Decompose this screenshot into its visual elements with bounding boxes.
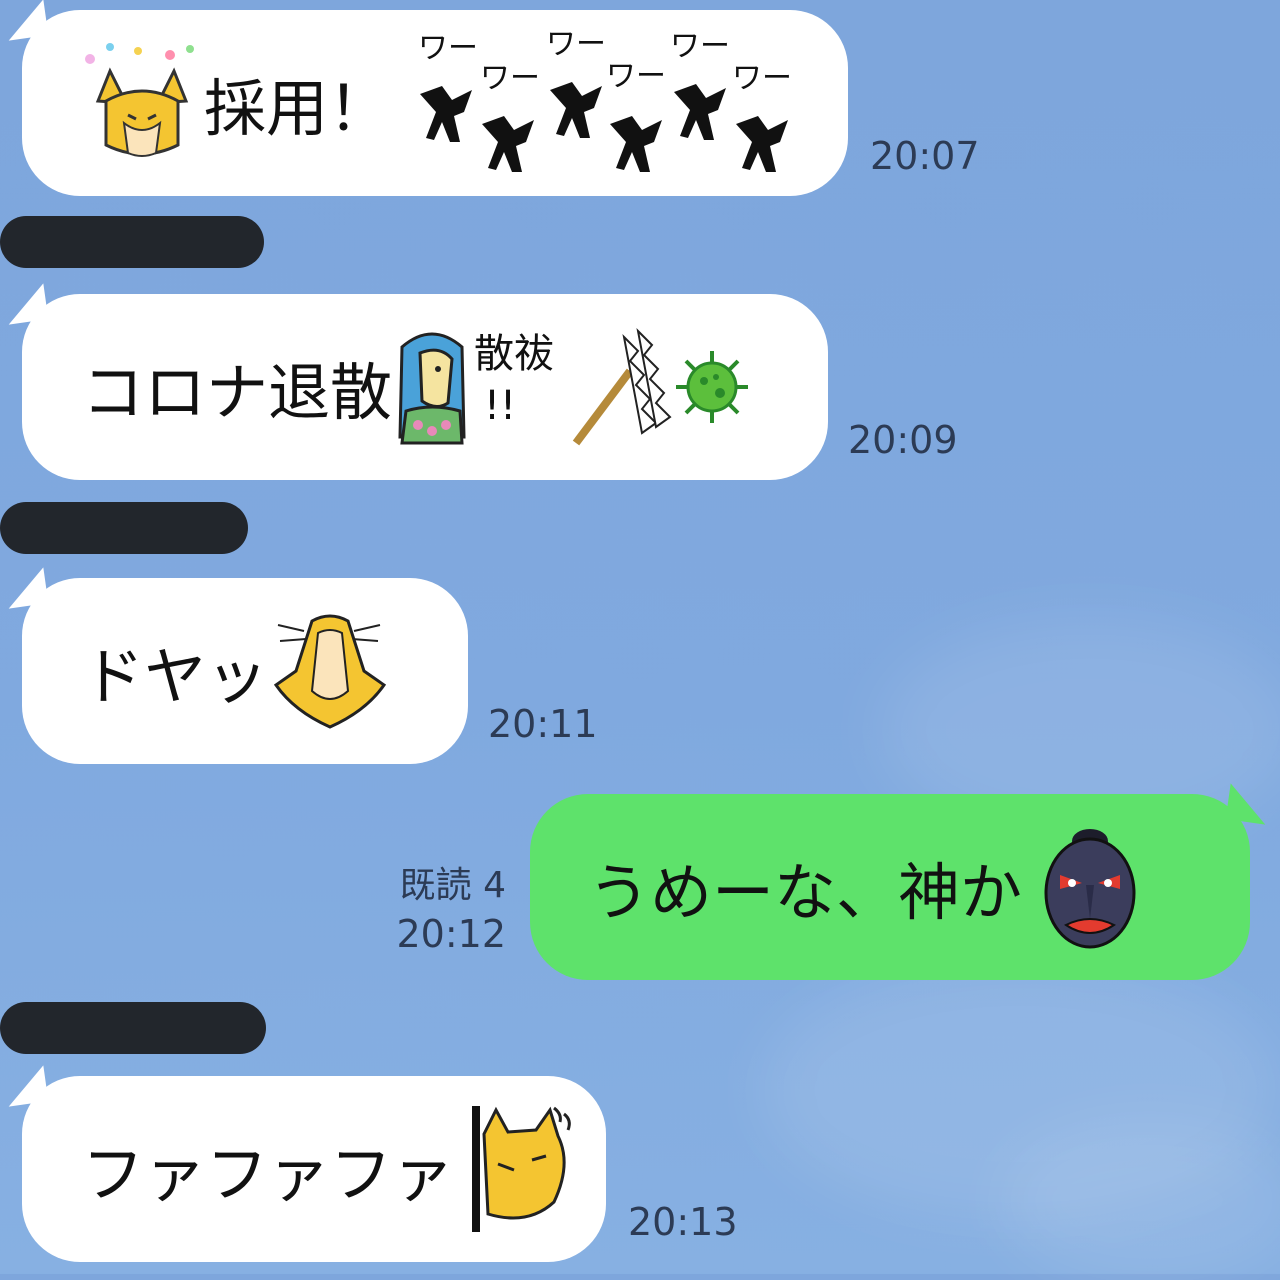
message-time: 20:12 bbox=[396, 912, 506, 956]
redacted-sender-name bbox=[0, 1002, 266, 1054]
message-bubble-4[interactable]: うめーな、神か bbox=[530, 783, 1271, 980]
virus-icon bbox=[676, 351, 749, 423]
redacted-sender-name bbox=[0, 216, 264, 268]
message-time: 20:13 bbox=[628, 1200, 738, 1244]
tengu-mask-icon bbox=[1044, 829, 1136, 949]
message-bubble-3[interactable]: ドヤッ bbox=[3, 567, 468, 764]
wa-text: ワー bbox=[670, 29, 730, 64]
bubble-tail bbox=[1225, 783, 1271, 825]
message-time: 20:09 bbox=[848, 418, 958, 462]
bubble-tail bbox=[3, 0, 49, 41]
message-text: うめーな、神か bbox=[588, 856, 1023, 929]
crow-icon: ワー ワー ワー ワー ワー ワー bbox=[418, 28, 792, 172]
message-text: ドヤッ bbox=[82, 640, 269, 713]
amabie-icon bbox=[398, 332, 466, 445]
message-time: 20:11 bbox=[488, 702, 598, 746]
message-text: コロナ退散 bbox=[82, 356, 393, 429]
fox-peek-icon bbox=[472, 1106, 571, 1232]
message-time: 20:07 bbox=[870, 134, 980, 178]
message-bubble-2[interactable]: コロナ退散 散祓 !! bbox=[3, 283, 828, 480]
fox-proud-icon bbox=[273, 614, 387, 729]
bubble-tail bbox=[3, 283, 49, 325]
wa-text: ワー bbox=[546, 28, 606, 62]
message-bubble-1[interactable]: 採用！ ワー ワー ワー ワー ワー ワー bbox=[3, 0, 848, 196]
sanka-text: 散祓 bbox=[474, 331, 554, 377]
wa-text: ワー bbox=[480, 61, 540, 96]
fox-cheer-icon bbox=[85, 43, 194, 157]
sanka-text-icon: 散祓 !! bbox=[474, 331, 554, 429]
read-count: 既読 4 bbox=[399, 865, 506, 906]
message-text: 採用！ bbox=[204, 72, 391, 145]
message-bubble-5[interactable]: ファファファ bbox=[3, 1065, 606, 1262]
read-receipt: 既読 4 20:12 bbox=[330, 862, 506, 958]
exclaim-text: !! bbox=[484, 383, 516, 429]
bubble-tail bbox=[3, 567, 49, 609]
bubble-tail bbox=[3, 1065, 49, 1107]
message-text: ファファファ bbox=[82, 1138, 455, 1211]
harae-stick-icon bbox=[572, 328, 672, 446]
redacted-sender-name bbox=[0, 502, 248, 554]
wa-text: ワー bbox=[418, 31, 478, 66]
wa-text: ワー bbox=[732, 61, 792, 96]
wa-text: ワー bbox=[606, 59, 666, 94]
